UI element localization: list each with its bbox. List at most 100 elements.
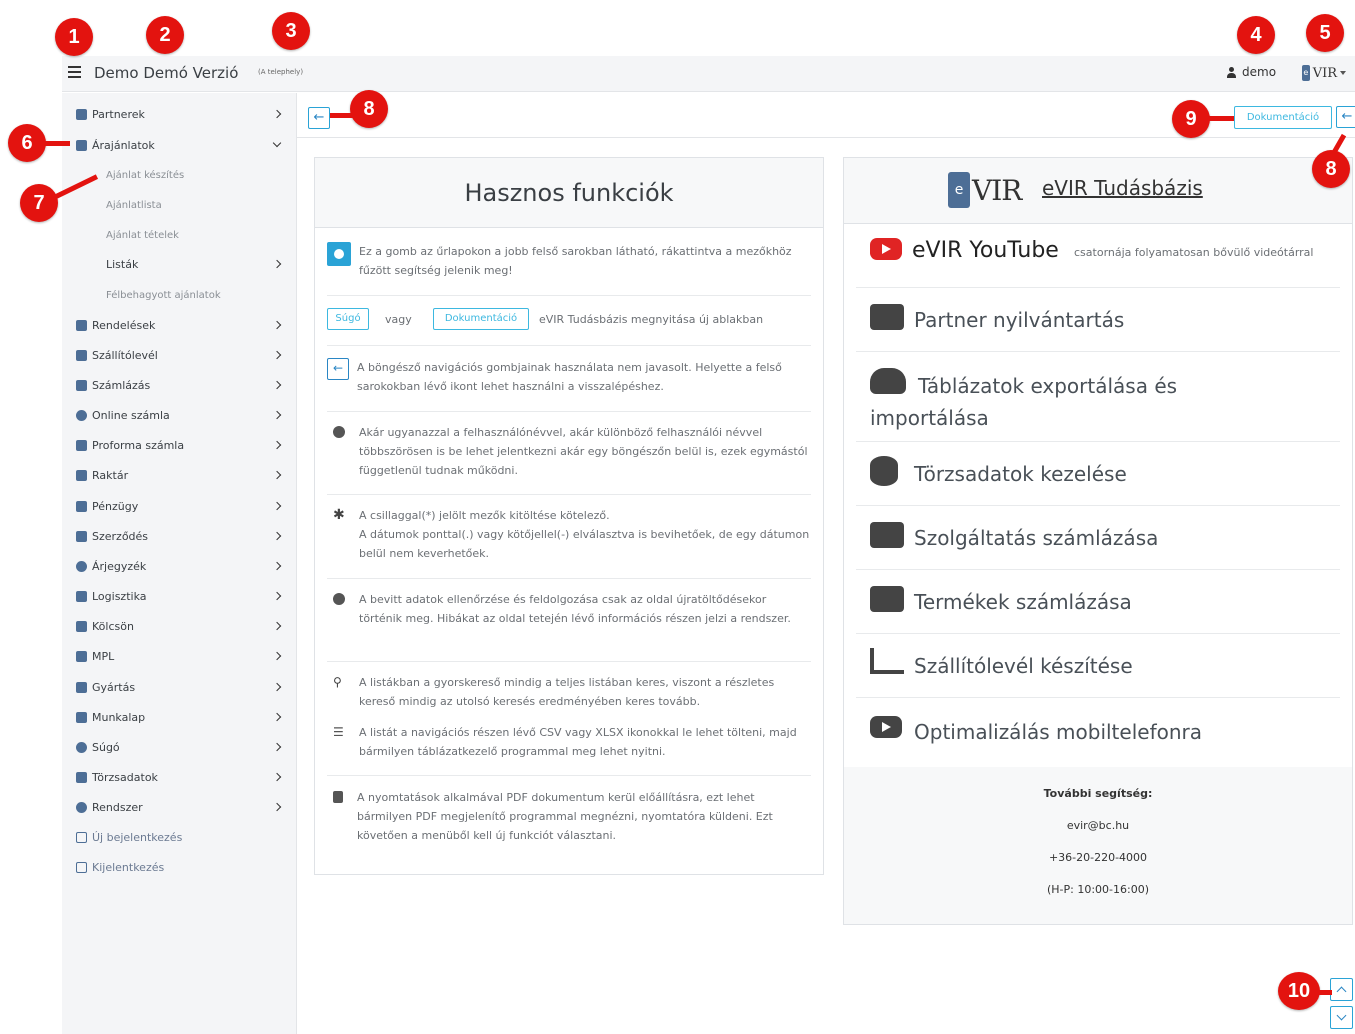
asterisk-icon: ✱ <box>333 507 345 523</box>
kb-item-szolgaltatas-szamlazasa[interactable]: Szolgáltatás számlázása <box>856 506 1340 570</box>
tip-navigation: ← A böngésző navigációs gombjainak haszn… <box>327 358 811 398</box>
help-email[interactable]: evir@bc.hu <box>844 810 1352 842</box>
callout-7: 7 <box>20 184 58 222</box>
sidebar-item-penzugy[interactable]: Pénzügy <box>76 498 286 514</box>
chevron-right-icon <box>272 651 282 661</box>
sidebar-item-label: Kölcsön <box>92 619 134 633</box>
sidebar-item-label: MPL <box>92 649 115 663</box>
tip-text: eVIR Tudásbázis megnyitása új ablakban <box>539 313 764 326</box>
subitem-ajanlat-keszites[interactable]: Ajánlat készítés <box>106 168 286 182</box>
hamburger-menu-icon[interactable] <box>68 66 81 78</box>
sidebar-item-sugo[interactable]: Súgó <box>76 739 286 755</box>
sidebar-item-kolcson[interactable]: Kölcsön <box>76 618 286 634</box>
knowledge-base-header: e VIR eVIR Tudásbázis <box>844 158 1352 224</box>
sidebar-item-szerzodes[interactable]: Szerződés <box>76 528 286 544</box>
tip-required-fields: ✱ A csillaggal(*) jelölt mezők kitöltése… <box>327 506 811 564</box>
knowledge-base-link[interactable]: eVIR Tudásbázis <box>1042 176 1203 200</box>
subitem-felbehagyott-ajanlatok[interactable]: Félbehagyott ajánlatok <box>106 288 286 302</box>
callout-8-left-pointer <box>330 113 354 118</box>
sidebar-item-arajanlatok[interactable]: Árajánlatok <box>76 137 286 153</box>
quotes-icon <box>76 139 87 151</box>
scroll-up-button[interactable] <box>1330 978 1353 1001</box>
sidebar-item-logisztika[interactable]: Logisztika <box>76 588 286 604</box>
kb-item-tablazatok-exportalasa[interactable]: Táblázatok exportálása és importálása <box>856 352 1340 442</box>
tip-text: A dátumok ponttal(.) vagy kötőjellel(-) … <box>359 528 810 560</box>
sidebar-item-partnerek[interactable]: Partnerek <box>76 106 286 122</box>
useful-functions-title: Hasznos funkciók <box>315 158 823 228</box>
tip-text: A listát a navigációs részen lévő CSV va… <box>359 726 797 758</box>
tip-text: A böngésző navigációs gombjainak használ… <box>357 361 782 393</box>
sidebar-item-proforma-szamla[interactable]: Proforma számla <box>76 437 286 453</box>
globe-icon <box>76 409 87 421</box>
knowledge-base-card: e VIR eVIR Tudásbázis eVIR YouTube csato… <box>843 157 1353 925</box>
money-icon <box>76 500 87 512</box>
back-button-left[interactable]: ← <box>308 107 330 129</box>
or-text: vagy <box>385 313 412 326</box>
back-button-right[interactable]: ← <box>1336 106 1355 128</box>
kb-item-termekek-szamlazasa[interactable]: Termékek számlázása <box>856 570 1340 634</box>
sidebar: Partnerek Árajánlatok Ajánlat készítés A… <box>62 93 297 1034</box>
tip-multiple-login: Akár ugyanazzal a felhasználónévvel, aká… <box>327 423 811 481</box>
user-icon <box>1226 66 1237 78</box>
help-phone: +36-20-220-4000 <box>1048 851 1148 864</box>
sidebar-item-arjegyzek[interactable]: Árjegyzék <box>76 558 286 574</box>
subitem-ajanlat-tetelek[interactable]: Ajánlat tételek <box>106 228 286 242</box>
documentation-link-button[interactable]: Dokumentáció <box>433 308 529 330</box>
sidebar-item-munkalap[interactable]: Munkalap <box>76 709 286 725</box>
subitem-ajanlatlista[interactable]: Ajánlatlista <box>106 198 286 212</box>
kb-item-label: Termékek számlázása <box>914 590 1132 614</box>
kb-item-szallitolevel-keszitese[interactable]: Szállítólevél készítése <box>856 634 1340 698</box>
sidebar-item-label: Új bejelentkezés <box>92 830 183 844</box>
chevron-down-icon <box>272 138 282 148</box>
sidebar-item-rendelesek[interactable]: Rendelések <box>76 317 286 333</box>
sidebar-item-online-szamla[interactable]: Online számla <box>76 407 286 423</box>
kb-item-torzsadatok-kezelese[interactable]: Törzsadatok kezelése <box>856 442 1340 506</box>
sidebar-item-rendszer[interactable]: Rendszer <box>76 799 286 815</box>
sidebar-item-label: Gyártás <box>92 680 136 694</box>
subitem-listak[interactable]: Listák <box>106 257 286 271</box>
chevron-right-icon <box>272 259 282 269</box>
app-logo-dropdown[interactable]: e VIR <box>1302 62 1346 84</box>
user-menu[interactable]: demo <box>1226 65 1276 79</box>
divider <box>327 578 811 579</box>
logistics-icon <box>76 590 87 602</box>
sidebar-item-szamlazas[interactable]: Számlázás <box>76 377 286 393</box>
kb-item-partner-nyilvantartas[interactable]: Partner nyilvántartás <box>856 288 1340 352</box>
chevron-right-icon <box>272 561 282 571</box>
sidebar-item-torzsadatok[interactable]: Törzsadatok <box>76 769 286 785</box>
callout-9-pointer <box>1206 116 1234 121</box>
divider <box>327 775 811 776</box>
sidebar-item-label: Logisztika <box>92 589 147 603</box>
sidebar-item-label: Szállítólevél <box>92 348 158 362</box>
chevron-right-icon <box>272 531 282 541</box>
divider <box>327 411 811 412</box>
tip-validation: A bevitt adatok ellenőrzése és feldolgoz… <box>327 590 811 648</box>
tip-documentation: Súgó vagy Dokumentáció eVIR Tudásbázis m… <box>327 308 811 332</box>
sidebar-item-uj-bejelentkezes[interactable]: Új bejelentkezés <box>76 829 286 845</box>
worksheet-icon <box>76 711 87 723</box>
scroll-down-button[interactable] <box>1330 1006 1353 1029</box>
documentation-button[interactable]: Dokumentáció <box>1234 106 1332 129</box>
user-name: demo <box>1242 65 1277 79</box>
kb-item-label: Szállítólevél készítése <box>914 654 1133 678</box>
callout-6-pointer <box>40 141 70 146</box>
chevron-right-icon <box>272 742 282 752</box>
sidebar-item-gyartas[interactable]: Gyártás <box>76 679 286 695</box>
sugo-button[interactable]: Súgó <box>327 308 369 330</box>
sidebar-item-mpl[interactable]: MPL <box>76 648 286 664</box>
sidebar-item-raktar[interactable]: Raktár <box>76 467 286 483</box>
tip-text: A csillaggal(*) jelölt mezők kitöltése k… <box>359 509 610 522</box>
logo-badge: e <box>948 172 970 208</box>
mpl-icon <box>76 650 87 662</box>
chevron-right-icon <box>272 591 282 601</box>
sidebar-item-szallitolevel[interactable]: Szállítólevél <box>76 347 286 363</box>
user-icon <box>333 426 345 438</box>
kb-item-optimalizalas-mobiltelefonra[interactable]: Optimalizálás mobiltelefonra <box>856 698 1340 762</box>
kb-item-youtube[interactable]: eVIR YouTube csatornája folyamatosan bőv… <box>856 224 1340 288</box>
tip-text: Ez a gomb az űrlapokon a jobb felső saro… <box>359 245 792 277</box>
sidebar-item-kijelentkezes[interactable]: Kijelentkezés <box>76 859 286 875</box>
chevron-right-icon <box>272 320 282 330</box>
chevron-right-icon <box>272 712 282 722</box>
sidebar-item-label: Súgó <box>92 740 120 754</box>
callout-8-right: 8 <box>1312 150 1350 188</box>
